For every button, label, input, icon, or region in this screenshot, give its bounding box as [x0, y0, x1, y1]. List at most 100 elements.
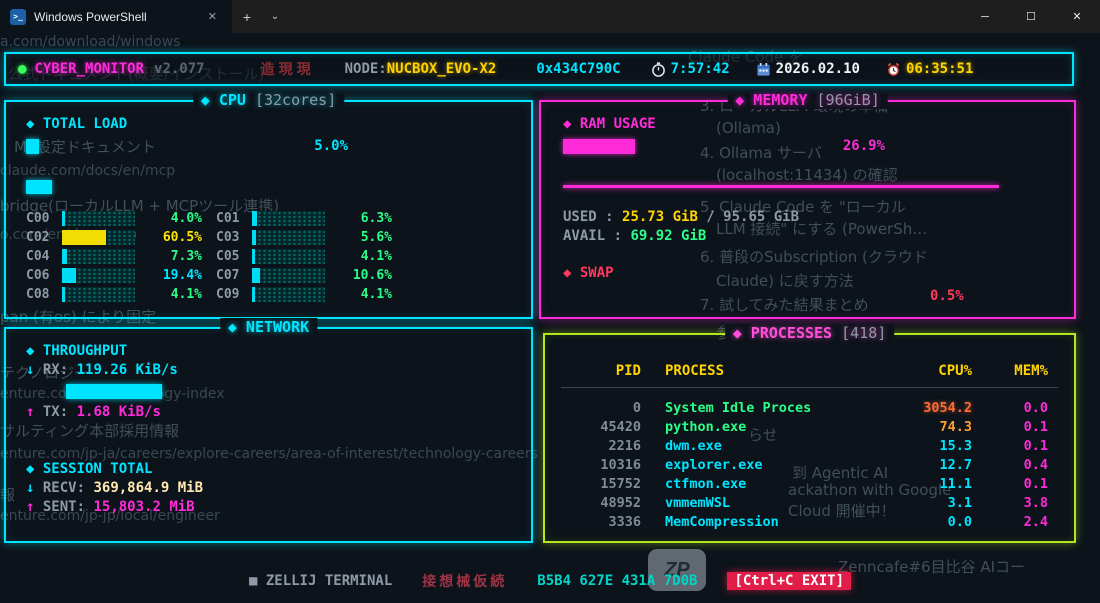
- process-mem: 2.4: [1023, 514, 1048, 530]
- app-version: v2.077: [154, 61, 205, 77]
- close-button[interactable]: ✕: [1054, 0, 1100, 33]
- tab-windows-powershell[interactable]: >_ Windows PowerShell ✕: [0, 0, 232, 33]
- process-cpu: 3054.2: [923, 400, 972, 416]
- core-id: C01: [216, 211, 240, 226]
- zellij-terminal-label: ■ ZELLIJ TERMINAL: [248, 573, 393, 589]
- col-cpu: CPU%: [938, 363, 972, 379]
- sent-label: SENT:: [42, 499, 86, 515]
- process-pid: 0: [632, 400, 641, 416]
- core-histogram: [252, 211, 325, 226]
- throughput-label: ◆ THROUGHPUT: [26, 343, 128, 359]
- node-value: NUCBOX_EVO-X2: [386, 61, 497, 77]
- core-id: C06: [26, 268, 50, 283]
- memory-panel: ◆ MEMORY [96GiB] ◆ RAM USAGE 26.9% USED …: [539, 91, 1076, 319]
- process-name: System Idle Proces: [665, 400, 812, 416]
- powershell-icon: >_: [10, 8, 26, 25]
- memory-capacity: [96GiB]: [816, 91, 880, 109]
- download-arrow-icon: ↓: [26, 362, 35, 378]
- minimize-button[interactable]: ─: [962, 0, 1008, 33]
- node-name: NODE:NUCBOX_EVO-X2: [345, 61, 497, 77]
- core-id: C08: [26, 287, 50, 302]
- core-pct: 5.6%: [360, 230, 392, 245]
- core-id: C00: [26, 211, 50, 226]
- core-histogram: [62, 230, 135, 245]
- cpu-core-grid: C00 4.0% C01 6.3% C02 60.5% C03 5.6% C04 7.3%…: [26, 209, 511, 304]
- core-row: C01 6.3%: [216, 209, 392, 228]
- maximize-button[interactable]: ☐: [1008, 0, 1054, 33]
- time-readout: 06:35:51: [886, 61, 973, 77]
- core-row: C09 4.1%: [216, 285, 392, 304]
- core-pct: 4.1%: [360, 249, 392, 264]
- used-label: USED :: [563, 209, 614, 225]
- session-hex-id: 0x434C790C: [536, 61, 621, 77]
- core-fill: [62, 268, 76, 283]
- avail-label: AVAIL :: [563, 228, 623, 244]
- tx-value: 1.68 KiB/s: [76, 404, 161, 420]
- status-dot-icon: ●: [18, 61, 27, 77]
- header-deco-glyphs: 造現現: [260, 62, 315, 78]
- process-row[interactable]: 0 System Idle Proces 3054.2 0.0: [561, 400, 1058, 419]
- process-row[interactable]: 10316 explorer.exe 12.7 0.4: [561, 457, 1058, 476]
- terminal-screen[interactable]: a.com/download/windows 公式ドキュメント(概要/インストー…: [0, 33, 1100, 603]
- session-total-label: ◆ SESSION TOTAL: [26, 461, 153, 477]
- core-id: C07: [216, 268, 240, 283]
- avail-value: 69.92 GiB: [630, 228, 707, 244]
- core-row: C06 19.4%: [26, 266, 202, 285]
- core-histogram: [252, 249, 325, 264]
- process-row[interactable]: 48952 vmmemWSL 3.1 3.8: [561, 495, 1058, 514]
- core-fill: [252, 268, 260, 283]
- network-panel: ◆ NETWORK ◆ THROUGHPUT ↓ RX: 119.26 KiB/…: [4, 318, 533, 543]
- process-mem: 0.4: [1023, 457, 1048, 473]
- process-pid: 10316: [600, 457, 641, 473]
- core-id: C04: [26, 249, 50, 264]
- tx-label: TX:: [42, 404, 69, 420]
- process-row[interactable]: 2216 dwm.exe 15.3 0.1: [561, 438, 1058, 457]
- process-name: explorer.exe: [665, 457, 763, 473]
- app-name: CYBER_MONITOR: [34, 61, 145, 77]
- cpu-panel: ◆ CPU [32cores] ◆ TOTAL LOAD 5.0% C00 4.0…: [4, 91, 533, 319]
- process-pid: 2216: [608, 438, 641, 454]
- process-mem: 0.0: [1023, 400, 1048, 416]
- core-histogram: [62, 211, 135, 226]
- sent-value: 15,803.2 MiB: [93, 499, 195, 515]
- rx-value: 119.26 KiB/s: [76, 362, 178, 378]
- window-controls: ─ ☐ ✕: [962, 0, 1100, 33]
- process-pid: 3336: [608, 514, 641, 530]
- memory-panel-title: ◆ MEMORY [96GiB]: [727, 91, 888, 109]
- core-pct: 19.4%: [162, 268, 202, 283]
- tx-line: ↑ TX: 1.68 KiB/s: [26, 404, 511, 423]
- powershell-window: >_ Windows PowerShell ✕ + ⌄ ─ ☐ ✕ a.com/…: [0, 0, 1100, 603]
- core-id: C05: [216, 249, 240, 264]
- title-bar: >_ Windows PowerShell ✕ + ⌄ ─ ☐ ✕: [0, 0, 1100, 33]
- core-row: C03 5.6%: [216, 228, 392, 247]
- core-row: C05 4.1%: [216, 247, 392, 266]
- network-panel-title: ◆ NETWORK: [219, 318, 318, 336]
- rx-label: RX:: [42, 362, 69, 378]
- process-row[interactable]: 3336 MemCompression 0.0 2.4: [561, 514, 1058, 533]
- recv-line: ↓ RECV: 369,864.9 MiB: [26, 480, 511, 499]
- core-histogram: [62, 268, 135, 283]
- processes-panel-title: ◆ PROCESSES [418]: [724, 324, 895, 342]
- tab-dropdown-icon[interactable]: ⌄: [262, 0, 288, 33]
- process-mem: 0.1: [1023, 438, 1048, 454]
- process-pid: 48952: [600, 495, 641, 511]
- cpu-title-text: ◆ CPU: [200, 91, 246, 109]
- time-value: 06:35:51: [905, 61, 974, 77]
- process-row[interactable]: 15752 ctfmon.exe 11.1 0.1: [561, 476, 1058, 495]
- process-row[interactable]: 45420 python.exe 74.3 0.1: [561, 419, 1058, 438]
- core-pct: 4.1%: [170, 287, 202, 302]
- exit-hint-badge: [Ctrl+C EXIT]: [727, 572, 852, 590]
- process-pid: 45420: [600, 419, 641, 435]
- ram-progress-line: [563, 185, 999, 188]
- date-readout: 2026.02.10: [756, 61, 860, 77]
- used-value: 25.73 GiB: [622, 209, 698, 225]
- new-tab-button[interactable]: +: [232, 0, 262, 33]
- core-pct: 60.5%: [162, 230, 202, 245]
- core-id: C09: [216, 287, 240, 302]
- core-fill: [252, 287, 255, 302]
- rx-bar-fill: [66, 384, 162, 399]
- ghost-text: a.com/download/windows: [0, 34, 181, 50]
- core-pct: 4.0%: [170, 211, 202, 226]
- core-histogram: [252, 287, 325, 302]
- tab-close-icon[interactable]: ✕: [203, 8, 222, 25]
